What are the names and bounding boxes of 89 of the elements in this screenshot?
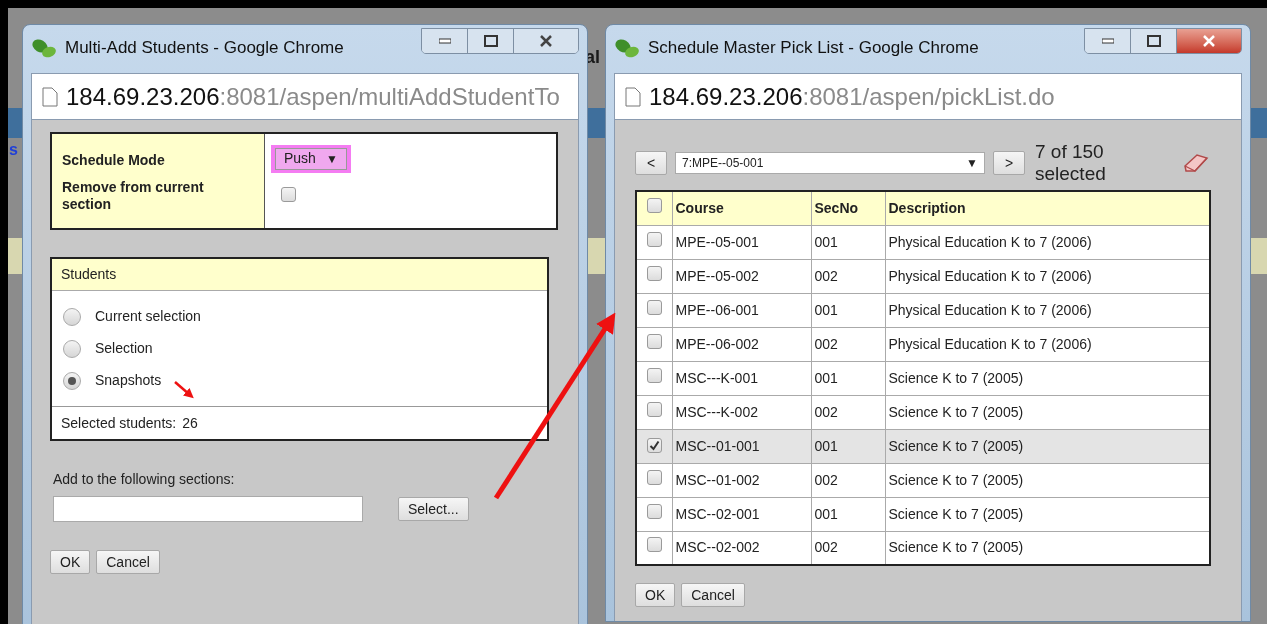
table-cell: MSC---K-001 <box>672 361 811 395</box>
maximize-button[interactable] <box>1131 29 1177 53</box>
button[interactable]: < <box>635 151 667 175</box>
field-label: Remove from current section <box>62 178 205 213</box>
table-row[interactable]: MSC---K-002 002 Science K to 7 (2005) <box>636 395 1210 429</box>
radio-button[interactable] <box>63 371 81 390</box>
maximize-icon <box>1146 35 1161 47</box>
checkbox[interactable] <box>646 197 662 213</box>
table-cell: MPE--05-002 <box>672 259 811 293</box>
selected-students-label: Selected students: <box>61 413 177 433</box>
table-cell: 002 <box>811 463 885 497</box>
table-row[interactable]: MSC--01-001 001 Science K to 7 (2005) <box>636 429 1210 463</box>
table-cell: MSC--02-001 <box>672 497 811 531</box>
table-cell: 001 <box>811 293 885 327</box>
field-label: Add to the following sections: <box>53 471 235 487</box>
window-title: Schedule Master Pick List - Google Chrome <box>648 37 979 60</box>
close-icon <box>1202 35 1216 47</box>
address-bar[interactable]: 184.69.23.206:8081/aspen/multiAddStudentTo <box>31 73 579 120</box>
background-text: s <box>9 140 18 160</box>
checkmark-icon <box>648 439 660 451</box>
sections-input[interactable] <box>53 496 363 522</box>
table-row[interactable]: MPE--06-002 002 Physical Education K to 7 (2006) <box>636 327 1210 361</box>
checkbox[interactable] <box>646 437 662 453</box>
table-cell: MSC--01-002 <box>672 463 811 497</box>
close-button[interactable] <box>1177 29 1241 53</box>
checkbox[interactable] <box>646 503 662 519</box>
checkbox[interactable] <box>646 401 662 417</box>
checkbox[interactable] <box>646 469 662 485</box>
button[interactable]: Cancel <box>96 550 160 574</box>
table-cell: 001 <box>811 429 885 463</box>
radio-label: Snapshots <box>95 371 162 390</box>
table-row[interactable]: MSC--02-001 001 Science K to 7 (2005) <box>636 497 1210 531</box>
selection-count: 7 of 150 selected <box>1035 141 1107 185</box>
checkbox[interactable] <box>646 299 662 315</box>
table-row[interactable]: MPE--06-001 001 Physical Education K to 7 (2006) <box>636 293 1210 327</box>
radio-button[interactable] <box>63 339 81 358</box>
table-cell: 001 <box>811 497 885 531</box>
checkbox[interactable] <box>646 265 662 281</box>
panel-header: Students <box>52 259 547 291</box>
checkbox[interactable] <box>646 333 662 349</box>
radio-label: Current selection <box>95 307 201 326</box>
column-header: Course <box>672 191 811 225</box>
table-row[interactable]: MSC---K-001 001 Science K to 7 (2005) <box>636 361 1210 395</box>
annotation-arrow <box>174 381 194 399</box>
button[interactable]: Cancel <box>681 583 745 607</box>
checkbox[interactable] <box>646 367 662 383</box>
button[interactable]: > <box>993 151 1025 175</box>
table-cell: 002 <box>811 327 885 361</box>
table-row[interactable]: MSC--02-002 002 Science K to 7 (2005) <box>636 531 1210 565</box>
url-text: 184.69.23.206:8081/aspen/multiAddStudentTo <box>66 81 560 112</box>
table-cell: 002 <box>811 259 885 293</box>
table-cell: 002 <box>811 395 885 429</box>
url-text: 184.69.23.206:8081/aspen/pickList.do <box>649 81 1055 112</box>
minimize-icon <box>1101 38 1114 44</box>
page-icon <box>42 86 58 107</box>
field-label: Schedule Mode <box>62 150 166 170</box>
section-dropdown[interactable]: 7:MPE--05-001 ▼ <box>675 152 985 174</box>
address-bar[interactable]: 184.69.23.206:8081/aspen/pickList.do <box>614 73 1242 120</box>
eraser-icon[interactable] <box>1181 152 1209 174</box>
page-icon <box>625 86 641 107</box>
minimize-icon <box>438 38 451 44</box>
radio-label: Selection <box>95 339 153 358</box>
checkbox[interactable] <box>646 231 662 247</box>
button[interactable]: Select... <box>398 497 469 521</box>
button[interactable]: OK <box>50 550 91 574</box>
checkbox[interactable] <box>646 537 662 553</box>
leaf-logo-icon <box>614 37 640 59</box>
table-cell: MPE--06-002 <box>672 327 811 361</box>
maximize-button[interactable] <box>468 29 514 53</box>
button[interactable]: OK <box>635 583 676 607</box>
checkbox[interactable] <box>281 186 296 202</box>
radio-button[interactable] <box>63 307 81 326</box>
table-cell: 001 <box>811 361 885 395</box>
column-header: SecNo <box>811 191 885 225</box>
maximize-icon <box>483 35 498 47</box>
close-icon <box>539 35 553 47</box>
table-cell: MPE--06-001 <box>672 293 811 327</box>
leaf-logo-icon <box>31 37 57 59</box>
table-cell: MPE--05-001 <box>672 225 811 259</box>
table-cell: MSC---K-002 <box>672 395 811 429</box>
table-row[interactable]: MPE--05-002 002 Physical Education K to 7 (2006) <box>636 259 1210 293</box>
window-title: Multi-Add Students - Google Chrome <box>65 37 344 60</box>
table-cell: MSC--01-001 <box>672 429 811 463</box>
table-row[interactable]: MPE--05-001 001 Physical Education K to 7 (2006) <box>636 225 1210 259</box>
table-row[interactable]: MSC--01-002 002 Science K to 7 (2005) <box>636 463 1210 497</box>
close-button[interactable] <box>514 29 578 53</box>
selected-students-count: 26 <box>182 413 198 433</box>
schedule-mode-dropdown[interactable]: Push ▼ <box>275 147 347 170</box>
table-cell: 001 <box>811 225 885 259</box>
